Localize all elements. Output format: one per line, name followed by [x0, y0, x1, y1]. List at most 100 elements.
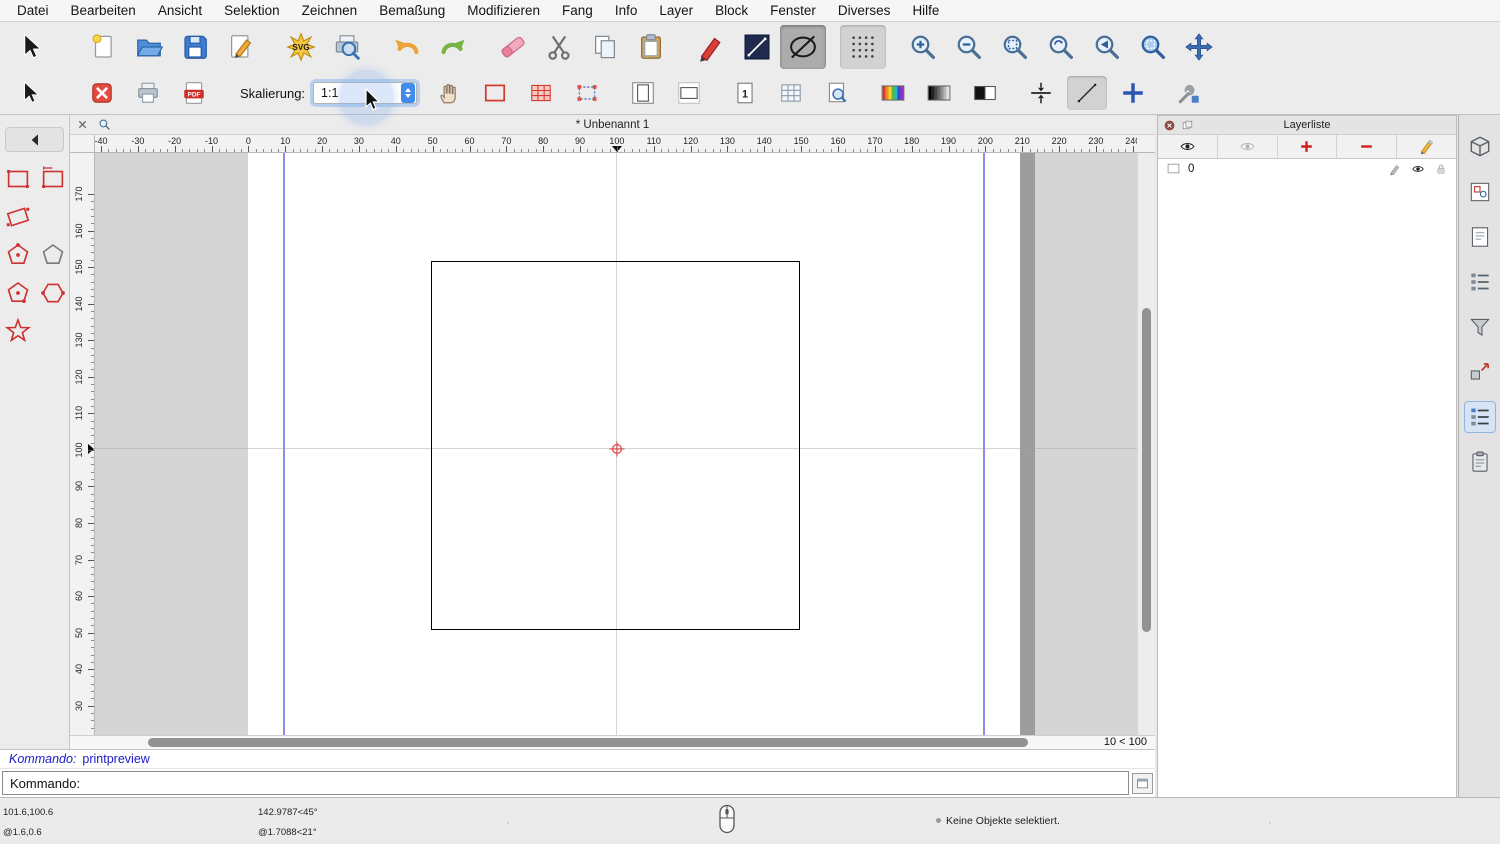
grid-toggle-button[interactable] — [840, 25, 886, 69]
single-page-button[interactable]: 1 — [725, 76, 765, 110]
panel-cube-icon — [1470, 136, 1489, 157]
undo-button[interactable] — [384, 25, 430, 69]
print-preview-button[interactable] — [324, 25, 370, 69]
command-input[interactable] — [86, 775, 1128, 791]
remove-layer-button[interactable] — [1337, 135, 1398, 158]
close-print-preview-button[interactable] — [82, 76, 122, 110]
menu-ansicht[interactable]: Ansicht — [147, 0, 213, 21]
save-drawing-button[interactable] — [172, 25, 218, 69]
pan-hand-button[interactable] — [429, 76, 469, 110]
zoom-redraw-button[interactable] — [1038, 25, 1084, 69]
paste-button[interactable] — [628, 25, 674, 69]
menu-bemaßung[interactable]: Bemaßung — [368, 0, 456, 21]
view-list-panel-button[interactable] — [1464, 176, 1496, 208]
pan-zoom-button[interactable] — [1176, 25, 1222, 69]
menu-datei[interactable]: Datei — [6, 0, 60, 21]
previous-view-button[interactable] — [1084, 25, 1130, 69]
vertical-scrollbar[interactable] — [1137, 153, 1155, 735]
menu-zeichnen[interactable]: Zeichnen — [291, 0, 369, 21]
copy-button[interactable] — [582, 25, 628, 69]
add-layer-button[interactable] — [1278, 135, 1338, 158]
auto-zoom-button[interactable] — [992, 25, 1038, 69]
full-color-mode-button[interactable] — [873, 76, 913, 110]
zoom-out-button[interactable] — [946, 25, 992, 69]
open-drawing-button[interactable] — [126, 25, 172, 69]
black-white-mode-button[interactable] — [965, 76, 1005, 110]
selection-tool-preview-button[interactable] — [10, 76, 50, 110]
fit-to-height-button[interactable] — [1021, 76, 1061, 110]
menu-selektion[interactable]: Selektion — [213, 0, 291, 21]
menu-info[interactable]: Info — [604, 0, 649, 21]
ruler-tick — [91, 581, 94, 583]
star-shape-tool[interactable] — [0, 312, 35, 350]
menu-bearbeiten[interactable]: Bearbeiten — [60, 0, 147, 21]
v-ruler-label: 60 — [74, 591, 84, 602]
crop-marks-button[interactable] — [567, 76, 607, 110]
menu-fenster[interactable]: Fenster — [759, 0, 827, 21]
palette-back-button[interactable] — [5, 127, 64, 152]
page-grid-button[interactable] — [771, 76, 811, 110]
print-button[interactable] — [128, 76, 168, 110]
page-portrait-button[interactable] — [623, 76, 663, 110]
new-drawing-button[interactable] — [80, 25, 126, 69]
zoom-window-button[interactable] — [1130, 25, 1176, 69]
grayscale-mode-button[interactable] — [919, 76, 959, 110]
polygon-center-vertex-tool[interactable] — [0, 236, 35, 274]
drawing-canvas[interactable] — [95, 153, 1137, 735]
horizontal-scrollbar[interactable]: 10 < 100 — [70, 735, 1155, 749]
delete-button[interactable] — [490, 25, 536, 69]
selection-filter-panel-button[interactable] — [1464, 311, 1496, 343]
show-all-layers-button[interactable] — [1158, 135, 1218, 158]
hide-all-layers-button[interactable] — [1218, 135, 1278, 158]
layer-list-panel-button[interactable] — [1463, 401, 1496, 433]
sheet-panel-button[interactable] — [1464, 221, 1496, 253]
vertical-scrollbar-thumb[interactable] — [1142, 308, 1151, 632]
center-crosshair-button[interactable] — [1113, 76, 1153, 110]
ruler-tick — [764, 146, 766, 152]
menu-hilfe[interactable]: Hilfe — [901, 0, 950, 21]
library-browser-panel-button[interactable] — [1464, 446, 1496, 478]
command-history-panel-button[interactable] — [1464, 266, 1496, 298]
line-tools-button[interactable] — [734, 25, 780, 69]
command-input-box[interactable]: Kommando: — [2, 771, 1129, 795]
preferences-button[interactable] — [1169, 76, 1209, 110]
menu-diverses[interactable]: Diverses — [827, 0, 902, 21]
zoom-in-button[interactable] — [900, 25, 946, 69]
svg-export-button[interactable]: SVG — [278, 25, 324, 69]
paper-tiling-button[interactable] — [521, 76, 561, 110]
paper-borders-button[interactable] — [475, 76, 515, 110]
rectangle-2points-tool[interactable] — [0, 160, 35, 198]
layer-lock-button[interactable] — [1432, 161, 1449, 176]
layer-visibility-button[interactable] — [1409, 161, 1426, 176]
console-toggle-button[interactable] — [1132, 773, 1153, 794]
menu-layer[interactable]: Layer — [648, 0, 704, 21]
h-ruler-label: 20 — [317, 136, 328, 146]
menu-modifizieren[interactable]: Modifizieren — [456, 0, 551, 21]
polygon-2vertex-tool[interactable] — [0, 274, 35, 312]
ruler-tick — [88, 449, 94, 451]
selection-tool-button[interactable] — [8, 25, 54, 69]
block-list-panel-button[interactable] — [1464, 356, 1496, 388]
redo-button[interactable] — [430, 25, 476, 69]
menu-block[interactable]: Block — [704, 0, 759, 21]
draft-mode-button[interactable] — [1067, 76, 1108, 110]
pdf-export-button[interactable]: PDF — [174, 76, 214, 110]
draw-tools-button[interactable] — [688, 25, 734, 69]
scale-stepper[interactable] — [401, 83, 416, 103]
layer-row[interactable]: 0 — [1158, 159, 1456, 178]
page-landscape-button[interactable] — [669, 76, 709, 110]
scale-combobox[interactable]: 1:1 — [313, 82, 418, 104]
edit-layer-button[interactable] — [1397, 135, 1456, 158]
drawing-preferences-button[interactable] — [218, 25, 264, 69]
layer-edit-button[interactable] — [1386, 161, 1403, 176]
rectangle-angle-tool[interactable] — [0, 198, 35, 236]
polygon-side-tool[interactable] — [35, 274, 70, 312]
horizontal-scrollbar-thumb[interactable] — [148, 738, 1028, 747]
zoom-to-page-button[interactable] — [817, 76, 857, 110]
property-editor-panel-button[interactable] — [1464, 131, 1496, 163]
ellipse-tools-button[interactable] — [780, 25, 826, 69]
cut-button[interactable] — [536, 25, 582, 69]
polygon-gray-tool[interactable] — [35, 236, 70, 274]
menu-fang[interactable]: Fang — [551, 0, 604, 21]
rectangle-size-tool[interactable] — [35, 160, 70, 198]
